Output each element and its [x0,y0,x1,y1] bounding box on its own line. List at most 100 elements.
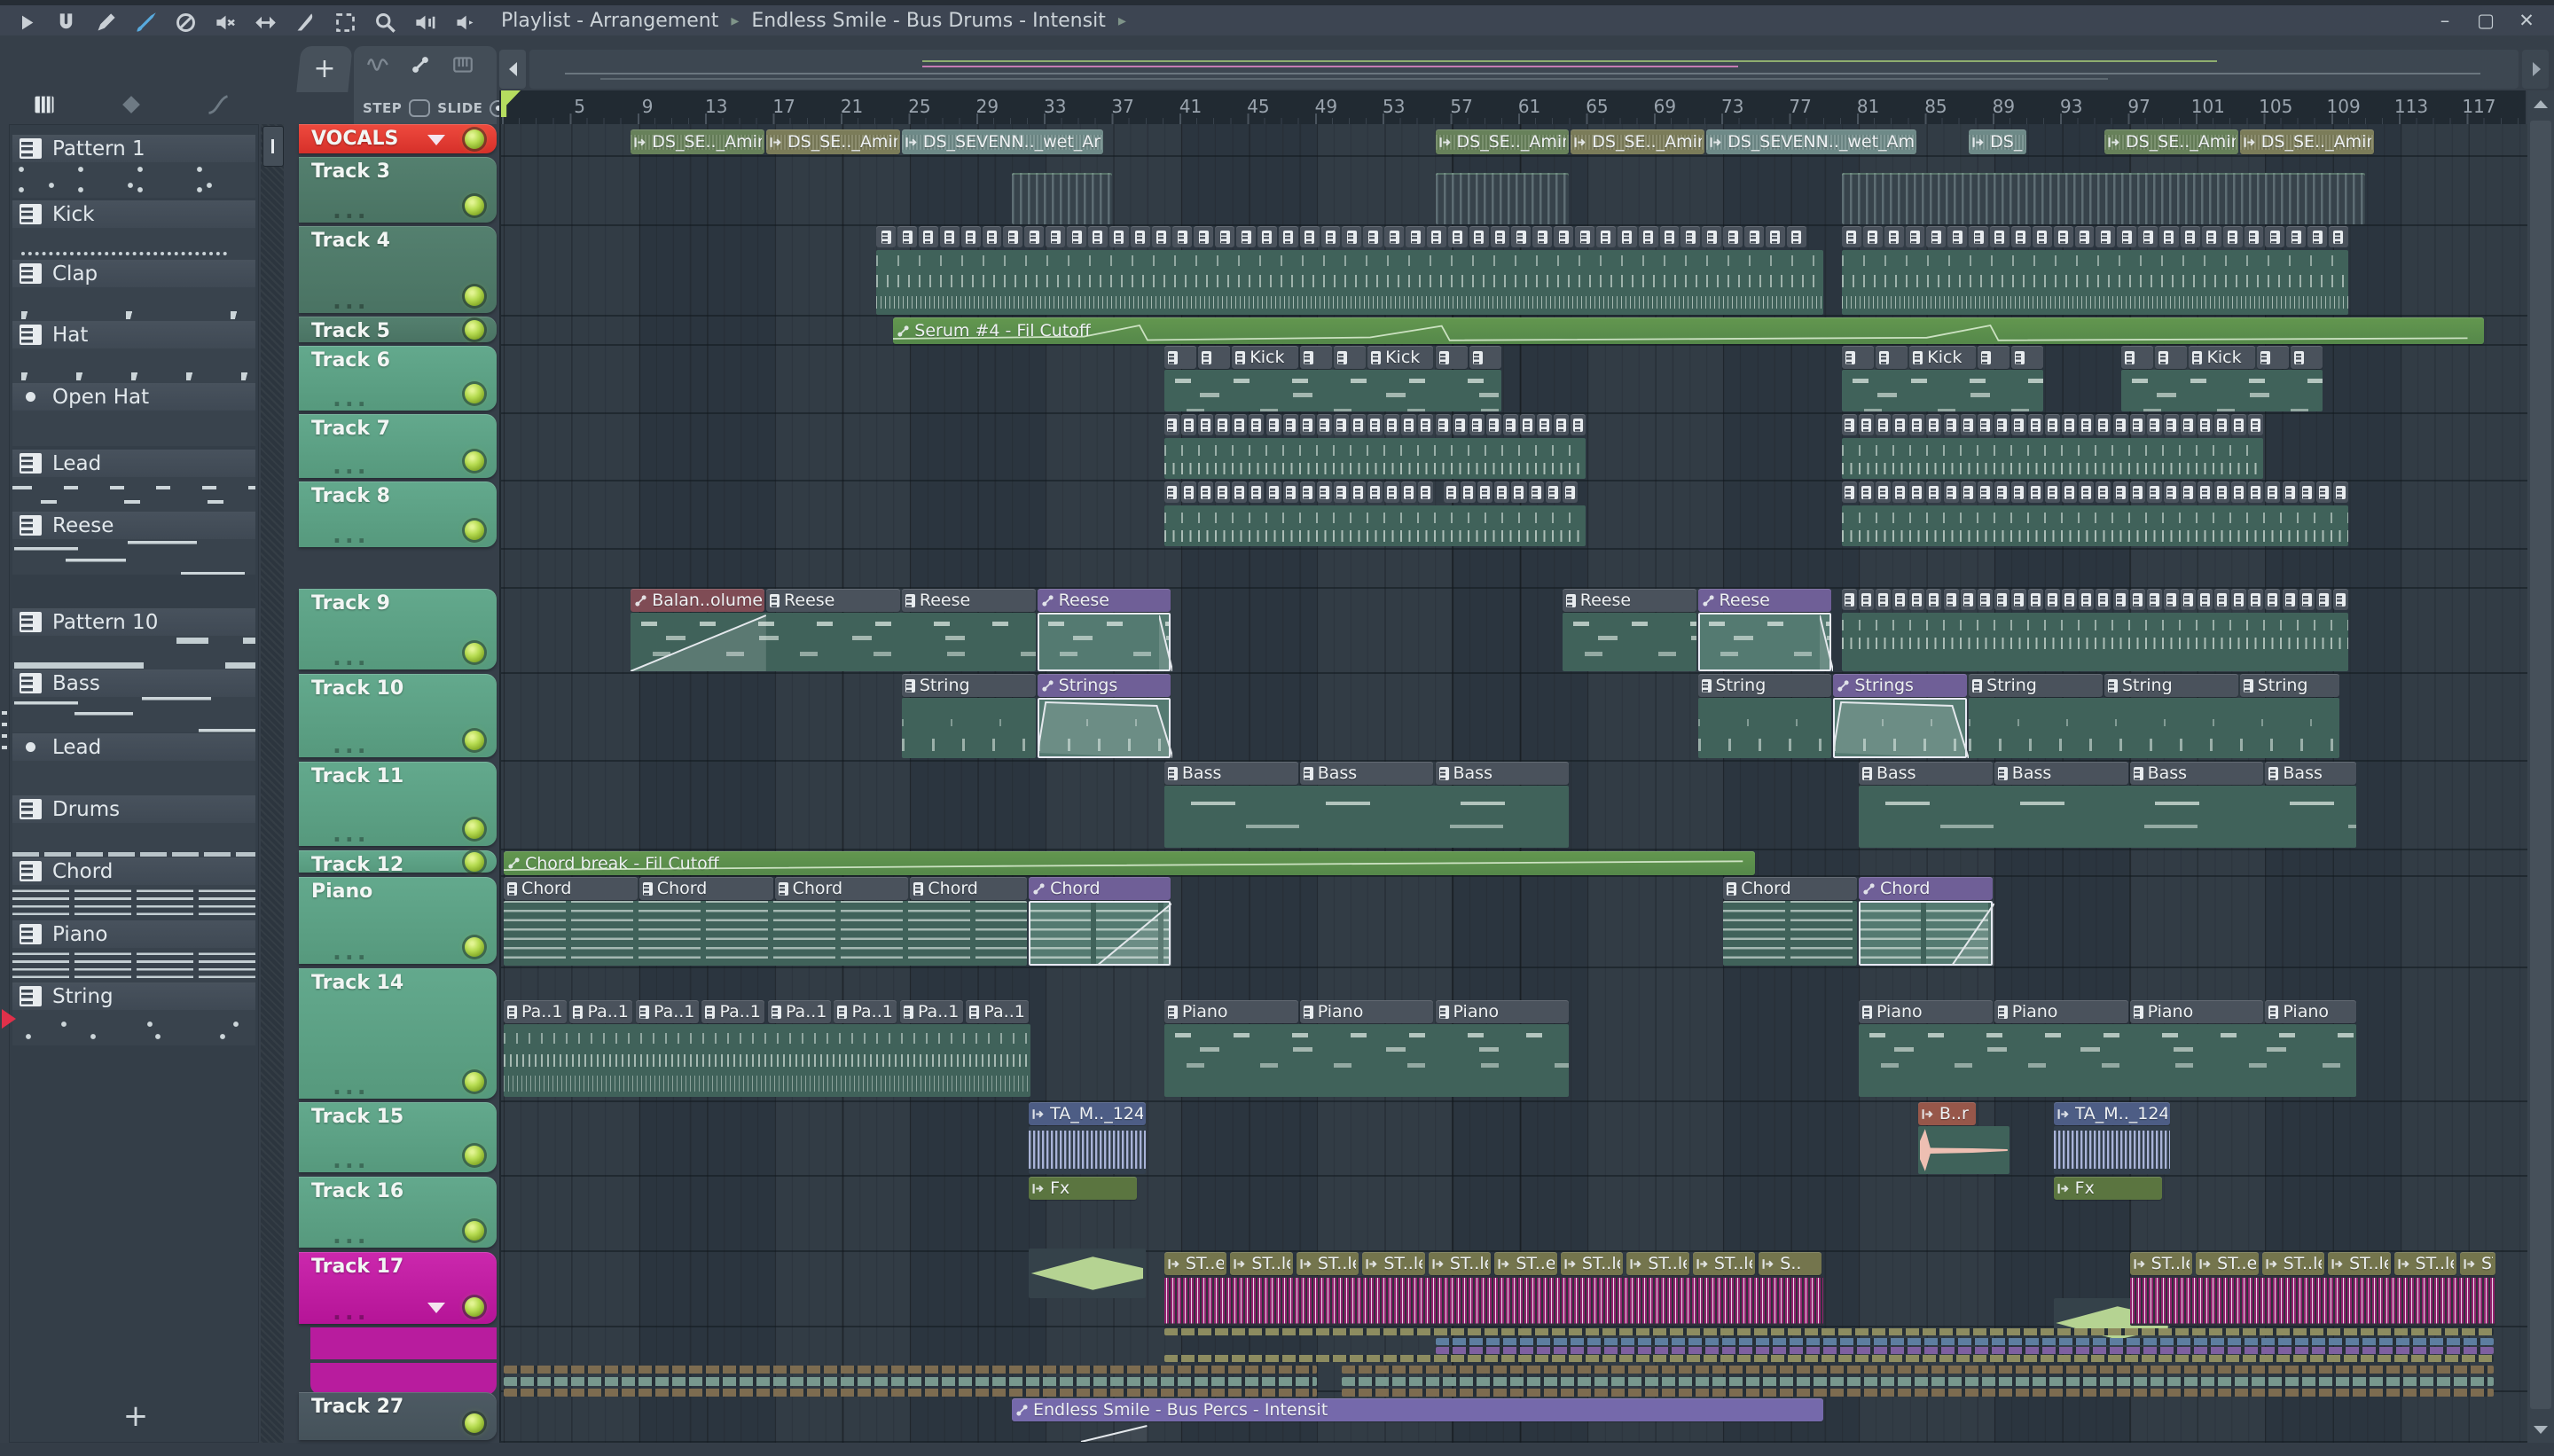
pattern-mini-clip[interactable] [2248,414,2264,435]
vertical-scrollbar-thumb[interactable] [2530,121,2551,1409]
pattern-mini-clip[interactable] [1876,414,1892,435]
clip-body[interactable] [1163,1276,1823,1326]
pattern-mini-clip[interactable] [2332,481,2348,503]
track-header-track-7[interactable]: Track 7... [299,414,497,480]
pattern-mini-clip[interactable] [1384,481,1400,503]
track-grip-dots[interactable]: ... [333,1147,370,1174]
pattern-mini-clip[interactable] [1342,226,1362,247]
clip-pattern[interactable] [1299,346,1332,369]
pattern-mini-clip[interactable] [1299,414,1315,435]
pattern-mini-clip[interactable] [1181,481,1197,503]
pattern-mini-clip[interactable] [2117,226,2137,247]
pattern-mini-clip[interactable] [1909,414,1925,435]
pattern-mini-clip[interactable] [1977,481,1993,503]
track-grip-dots[interactable]: ... [333,453,370,480]
track-header-track-8[interactable]: Track 8... [299,481,497,549]
track-enable-led[interactable] [465,1413,484,1433]
pattern-mini-clip[interactable] [2180,481,2196,503]
pattern-mini-clip[interactable] [2282,589,2298,610]
pattern-mini-clip[interactable] [2214,481,2230,503]
pattern-mini-clip[interactable] [1435,414,1451,435]
clip-strip[interactable] [1342,1389,2495,1397]
pattern-mini-clip[interactable] [1841,481,1857,503]
pattern-mini-clip[interactable] [1494,481,1510,503]
pattern-mini-clip[interactable] [1977,589,1993,610]
clip-st-le[interactable]: ST..le [1560,1252,1624,1275]
preview-speaker-icon[interactable] [453,11,477,35]
pattern-mini-clip[interactable] [2028,414,2044,435]
pattern-mini-clip[interactable] [1960,414,1976,435]
pattern-mini-clip[interactable] [1960,589,1976,610]
delete-slip-icon[interactable] [174,11,198,35]
clip-pattern[interactable] [1876,346,1908,369]
pattern-mini-clip[interactable] [1236,226,1256,247]
clip-strip[interactable] [504,1366,1317,1374]
pattern-mini-clip[interactable] [1367,481,1383,503]
pattern-mini-clip[interactable] [897,226,917,247]
clip-strip[interactable] [504,1389,1317,1397]
clip-body[interactable] [1435,173,1570,224]
track-header-track-4[interactable]: Track 4... [299,226,497,315]
pattern-mini-clip[interactable] [1520,414,1536,435]
pattern-mini-clip[interactable] [2010,414,2026,435]
curve-icon[interactable] [206,92,231,117]
pattern-mini-clip[interactable] [2062,481,2078,503]
pattern-mini-clip[interactable] [1384,414,1400,435]
clip-strings[interactable]: Strings [1037,674,1171,697]
pattern-mini-clip[interactable] [1426,226,1446,247]
pattern-mini-clip[interactable] [2112,589,2128,610]
track-enable-led[interactable] [465,286,484,306]
clip-pattern[interactable] [1333,346,1367,369]
pattern-mini-clip[interactable] [2214,589,2230,610]
pattern-mini-clip[interactable] [1232,414,1248,435]
pattern-mini-clip[interactable] [2299,589,2315,610]
pattern-mini-clip[interactable] [1194,226,1214,247]
pattern-mini-clip[interactable] [1744,226,1764,247]
close-button[interactable]: ✕ [2515,9,2538,32]
stretch-tool-icon[interactable] [254,11,278,35]
clip-ds-sevenn-wet-amin[interactable]: DS_SEVENN.._wet_Amin [1706,129,1916,154]
pattern-mini-clip[interactable] [2053,226,2073,247]
pattern-mini-clip[interactable] [2244,226,2264,247]
pattern-mini-clip[interactable] [1265,414,1281,435]
clip-pattern[interactable] [1163,346,1197,369]
pattern-mini-clip[interactable] [1723,226,1743,247]
diamond-icon[interactable] [119,92,144,117]
clip-bass[interactable]: Bass [1163,762,1298,785]
clip-st-le[interactable]: ST..le [1428,1252,1492,1275]
clip-bass[interactable]: Bass [2265,762,2357,785]
clip-string[interactable]: String [901,674,1036,697]
clip-reese[interactable]: Reese [901,589,1036,612]
pattern-mini-clip[interactable] [1461,481,1477,503]
pattern-mini-clip[interactable] [1181,414,1197,435]
clip-body[interactable] [2053,1126,2171,1174]
clip-pa-1[interactable]: Pa..1 [899,1000,963,1023]
pattern-mini-clip[interactable] [2307,226,2328,247]
pattern-mini-clip[interactable] [1469,414,1485,435]
clip-ds-se-amin[interactable]: DS_SE.._Amin [2239,129,2374,154]
pattern-mini-clip[interactable] [1528,481,1544,503]
play-icon[interactable] [14,11,38,35]
pattern-mini-clip[interactable] [2265,589,2281,610]
clip-b-r[interactable]: B..r [1917,1102,1976,1125]
pattern-mini-clip[interactable] [1215,226,1235,247]
pattern-mini-clip[interactable] [1265,481,1281,503]
pattern-mini-clip[interactable] [2129,414,2145,435]
pattern-mini-clip[interactable] [1926,589,1942,610]
clip-balan-olume[interactable]: Balan..olume [631,589,765,612]
pattern-mini-clip[interactable] [1943,481,1959,503]
track-header-track-16[interactable]: Track 16... [299,1177,497,1249]
track-enable-led[interactable] [465,1072,484,1092]
pattern-mini-clip[interactable] [1659,226,1680,247]
track-grip-dots[interactable]: ... [333,1223,370,1249]
pattern-mini-clip[interactable] [1249,481,1265,503]
clip-body[interactable] [1029,1126,1146,1174]
track-enable-led[interactable] [465,643,484,662]
clip-piano[interactable]: Piano [1859,1000,1993,1023]
track-grip-dots[interactable]: ... [333,1299,370,1326]
clip-piano[interactable]: Piano [2129,1000,2264,1023]
clip-st-e[interactable]: ST..e [1494,1252,1557,1275]
pattern-mini-clip[interactable] [2096,414,2111,435]
clip-piano[interactable]: Piano [2265,1000,2357,1023]
clip-strip[interactable] [504,1377,1317,1386]
